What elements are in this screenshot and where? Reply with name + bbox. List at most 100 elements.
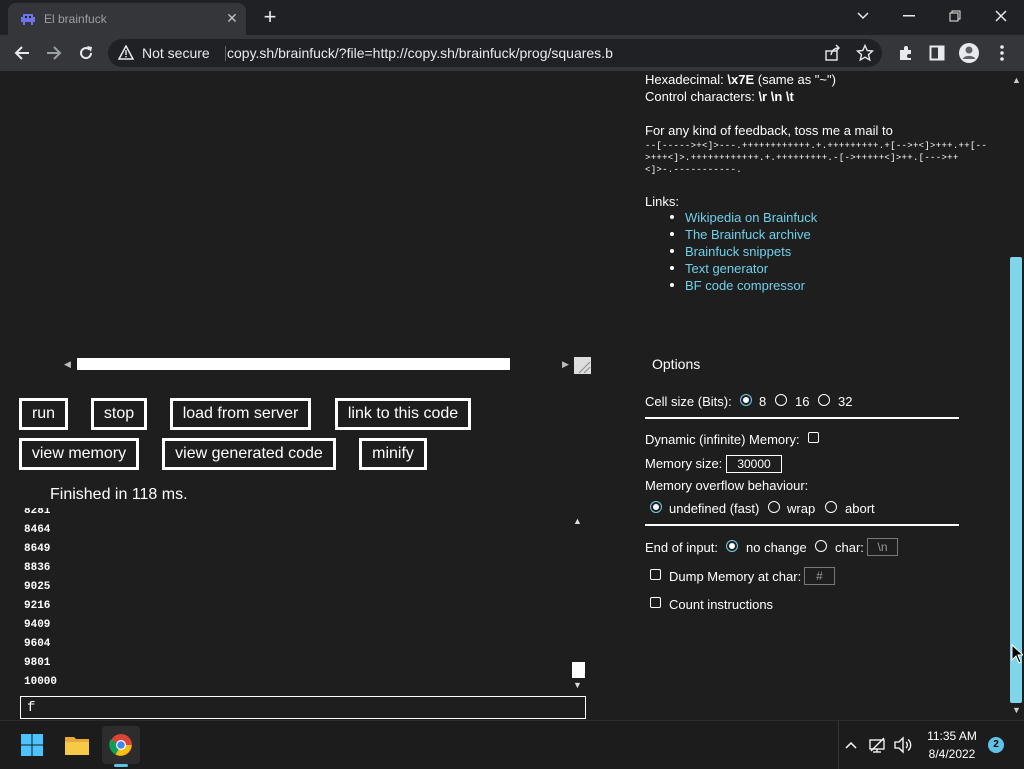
tab-search-chevron-icon[interactable] xyxy=(840,0,886,32)
run-button[interactable]: run xyxy=(19,398,68,430)
back-button[interactable] xyxy=(8,39,36,67)
bf-email-line: <]>-.-----------. xyxy=(645,165,742,175)
scroll-down-arrow-icon[interactable]: ▼ xyxy=(1012,705,1021,715)
dynamic-memory-checkbox[interactable] xyxy=(808,432,819,443)
minify-button[interactable]: minify xyxy=(359,438,427,470)
minimize-button[interactable] xyxy=(886,0,932,32)
output-line: 9801 xyxy=(24,657,51,669)
overflow-abort-radio[interactable] xyxy=(825,501,837,513)
file-explorer-icon[interactable] xyxy=(58,726,96,764)
editor-horizontal-scrollbar[interactable]: ◀ ▶ xyxy=(62,357,594,374)
dump-char-input[interactable] xyxy=(804,567,835,585)
eoi-char-radio[interactable] xyxy=(815,540,827,552)
list-bullet xyxy=(670,283,674,287)
output-area[interactable]: 8281 8464 8649 8836 9025 9216 9409 9604 … xyxy=(20,508,586,692)
close-tab-icon[interactable]: ✕ xyxy=(224,10,240,26)
scroll-left-arrow-icon[interactable]: ◀ xyxy=(64,359,71,370)
reload-button[interactable] xyxy=(72,39,100,67)
notification-badge[interactable]: 2 xyxy=(988,737,1004,753)
space-invader-favicon-icon xyxy=(21,14,35,25)
load-from-server-button[interactable]: load from server xyxy=(170,398,311,430)
list-bullet xyxy=(670,232,674,236)
taskbar: 11:35 AM 8/4/2022 2 xyxy=(0,720,1024,769)
link-wikipedia[interactable]: Wikipedia on Brainfuck xyxy=(685,210,817,225)
network-icon[interactable] xyxy=(868,735,888,755)
output-scrollbar-thumb[interactable] xyxy=(572,662,585,678)
menu-kebab-icon[interactable] xyxy=(991,42,1013,64)
list-bullet xyxy=(670,266,674,270)
output-line: 8836 xyxy=(24,562,51,574)
clock-date[interactable]: 8/4/2022 xyxy=(920,747,984,761)
memory-size-input[interactable] xyxy=(726,455,782,473)
tab-title: El brainfuck xyxy=(44,12,107,26)
options-divider xyxy=(645,417,959,419)
output-line: 9025 xyxy=(24,581,51,593)
browser-tab[interactable]: El brainfuck ✕ xyxy=(8,3,246,35)
overflow-option-label: undefined (fast) xyxy=(669,501,760,516)
link-to-code-button[interactable]: link to this code xyxy=(335,398,471,430)
resize-grip-icon[interactable] xyxy=(574,357,591,374)
dump-memory-checkbox[interactable] xyxy=(650,569,661,580)
chrome-icon[interactable] xyxy=(102,726,140,764)
cell-size-8-radio[interactable] xyxy=(740,394,752,406)
scroll-up-arrow-icon[interactable]: ▲ xyxy=(1012,75,1021,85)
control-characters-help: Control characters: \r \n \t xyxy=(645,89,794,104)
count-instructions-checkbox[interactable] xyxy=(650,597,661,608)
address-separator xyxy=(225,46,226,61)
page-scrollbar-thumb[interactable] xyxy=(1010,257,1022,703)
overflow-wrap-radio[interactable] xyxy=(768,501,780,513)
url-text[interactable]: copy.sh/brainfuck/?file=http://copy.sh/b… xyxy=(227,45,613,61)
link-bf-code-compressor[interactable]: BF code compressor xyxy=(685,278,805,293)
restore-button[interactable] xyxy=(932,0,978,32)
scrollbar-thumb[interactable] xyxy=(77,358,510,370)
volume-icon[interactable] xyxy=(893,735,913,755)
cell-size-option-label: 32 xyxy=(838,394,853,409)
eoi-no-change-radio[interactable] xyxy=(726,540,738,552)
overflow-label: Memory overflow behaviour: xyxy=(645,478,809,493)
active-app-indicator xyxy=(114,764,128,767)
share-icon[interactable] xyxy=(824,44,842,62)
link-text-generator[interactable]: Text generator xyxy=(685,261,768,276)
stop-button[interactable]: stop xyxy=(91,398,147,430)
show-hidden-icons-chevron-icon[interactable] xyxy=(838,721,863,769)
new-tab-button[interactable]: + xyxy=(258,5,282,29)
link-brainfuck-snippets[interactable]: Brainfuck snippets xyxy=(685,244,791,259)
output-scroll-down-icon[interactable]: ▼ xyxy=(573,680,582,690)
view-memory-button[interactable]: view memory xyxy=(19,438,139,470)
output-line: 8649 xyxy=(24,543,51,555)
scroll-right-arrow-icon[interactable]: ▶ xyxy=(562,359,569,370)
address-bar[interactable]: Not secure copy.sh/brainfuck/?file=http:… xyxy=(108,39,882,67)
cell-size-16-radio[interactable] xyxy=(775,394,787,406)
links-heading: Links: xyxy=(645,194,679,209)
bookmark-star-icon[interactable] xyxy=(856,44,874,62)
warning-icon[interactable] xyxy=(118,45,134,61)
count-instructions-label: Count instructions xyxy=(669,597,774,612)
link-brainfuck-archive[interactable]: The Brainfuck archive xyxy=(685,227,811,242)
page-vertical-scrollbar[interactable]: ▲ ▼ xyxy=(1008,71,1024,720)
side-panel-icon[interactable] xyxy=(926,42,948,64)
close-window-button[interactable] xyxy=(978,0,1024,32)
output-line: 9409 xyxy=(24,619,51,631)
cell-size-32-radio[interactable] xyxy=(818,394,830,406)
output-line: 8464 xyxy=(24,524,51,536)
not-secure-label[interactable]: Not secure xyxy=(142,45,210,61)
overflow-option-label: wrap xyxy=(787,501,816,516)
cell-size-label: Cell size (Bits): xyxy=(645,394,732,409)
output-line: 9604 xyxy=(24,638,51,650)
program-input-field[interactable] xyxy=(20,696,586,719)
end-of-input-label: End of input: xyxy=(645,540,718,555)
list-bullet xyxy=(670,215,674,219)
view-generated-code-button[interactable]: view generated code xyxy=(162,438,336,470)
overflow-undefined-radio[interactable] xyxy=(650,501,662,513)
forward-button[interactable] xyxy=(40,39,68,67)
output-line: 10000 xyxy=(24,676,58,688)
list-bullet xyxy=(670,249,674,253)
output-scroll-up-icon[interactable]: ▲ xyxy=(573,516,582,526)
profile-avatar-icon[interactable] xyxy=(958,42,980,64)
bf-email-line: >+++<]>.++++++++++++.+.+++++++++.-[->+++… xyxy=(645,153,959,163)
extensions-puzzle-icon[interactable] xyxy=(895,42,917,64)
eoi-char-input[interactable] xyxy=(867,538,898,556)
windows-start-icon[interactable] xyxy=(13,726,51,764)
clock-time[interactable]: 11:35 AM xyxy=(920,729,984,743)
page-content: ◀ ▶ run stop load from server link to th… xyxy=(0,71,1008,720)
